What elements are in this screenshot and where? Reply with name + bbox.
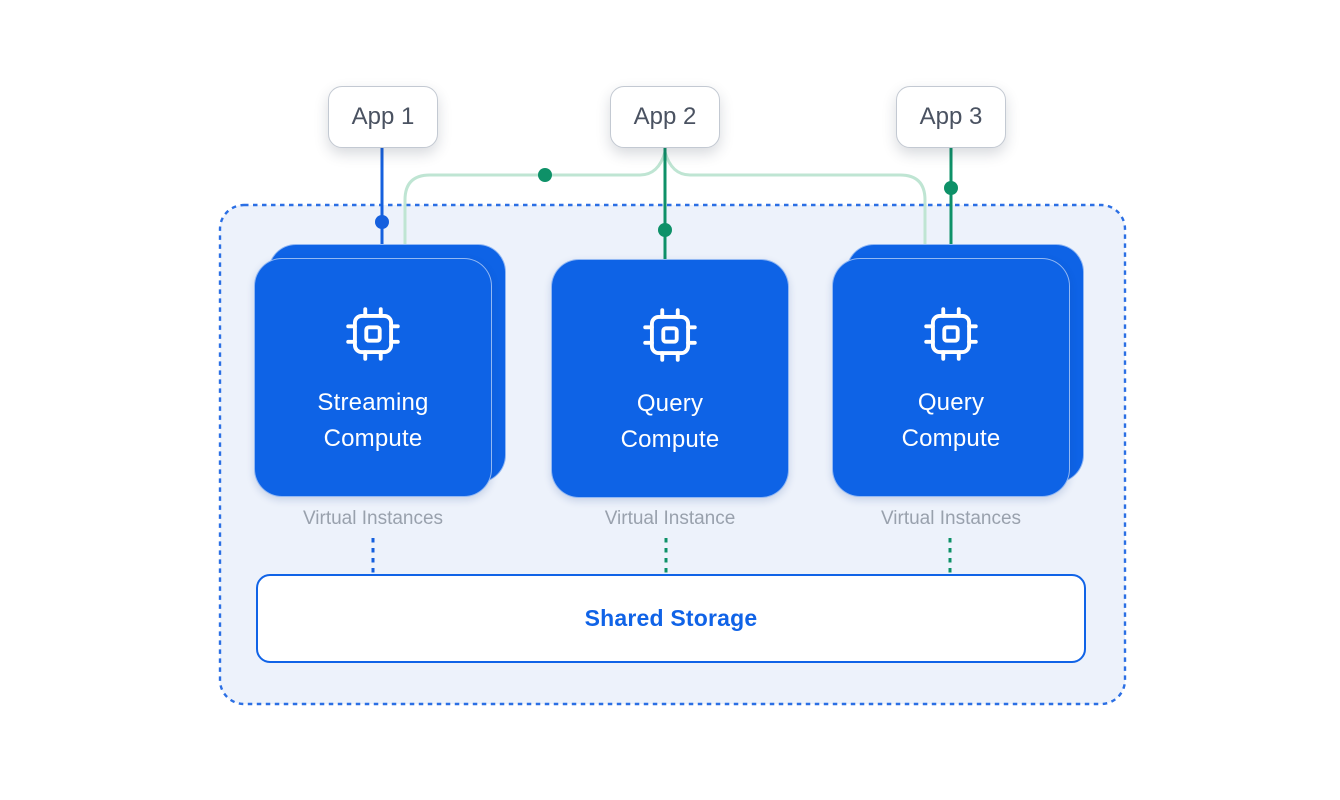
card-front: Query Compute [832,258,1070,497]
shared-storage-label: Shared Storage [585,605,758,632]
cpu-icon [342,303,404,365]
card-title: Streaming Compute [317,385,428,457]
architecture-diagram: App 1 App 2 App 3 Streaming Compute [0,0,1340,800]
app-label: App 3 [920,103,983,131]
app-box-1: App 1 [328,86,438,148]
card-streaming-compute: Streaming Compute [254,258,492,497]
card-title-line: Compute [317,421,428,457]
card-front: Streaming Compute [254,258,492,497]
card-title-line: Query [902,385,1001,421]
card-query-compute-2: Query Compute [832,258,1070,497]
card-title-line: Compute [902,421,1001,457]
card-title: Query Compute [902,385,1001,457]
app-box-2: App 2 [610,86,720,148]
app-box-3: App 3 [896,86,1006,148]
virtual-instance-label: Virtual Instance [551,508,789,530]
card-front: Query Compute [551,259,789,498]
cpu-icon [920,303,982,365]
virtual-instances-label: Virtual Instances [254,508,492,530]
connection-dot-app2 [658,223,672,237]
shared-storage-box: Shared Storage [256,574,1086,663]
card-title-line: Query [621,386,720,422]
connection-dot-branch [538,168,552,182]
connection-dot-app3 [944,181,958,195]
card-title: Query Compute [621,386,720,458]
cpu-icon [639,304,701,366]
app-label: App 2 [634,103,697,131]
app-label: App 1 [352,103,415,131]
card-title-line: Compute [621,422,720,458]
card-query-compute-1: Query Compute [551,259,789,498]
connection-dot-app1 [375,215,389,229]
card-title-line: Streaming [317,385,428,421]
virtual-instances-label: Virtual Instances [832,508,1070,530]
